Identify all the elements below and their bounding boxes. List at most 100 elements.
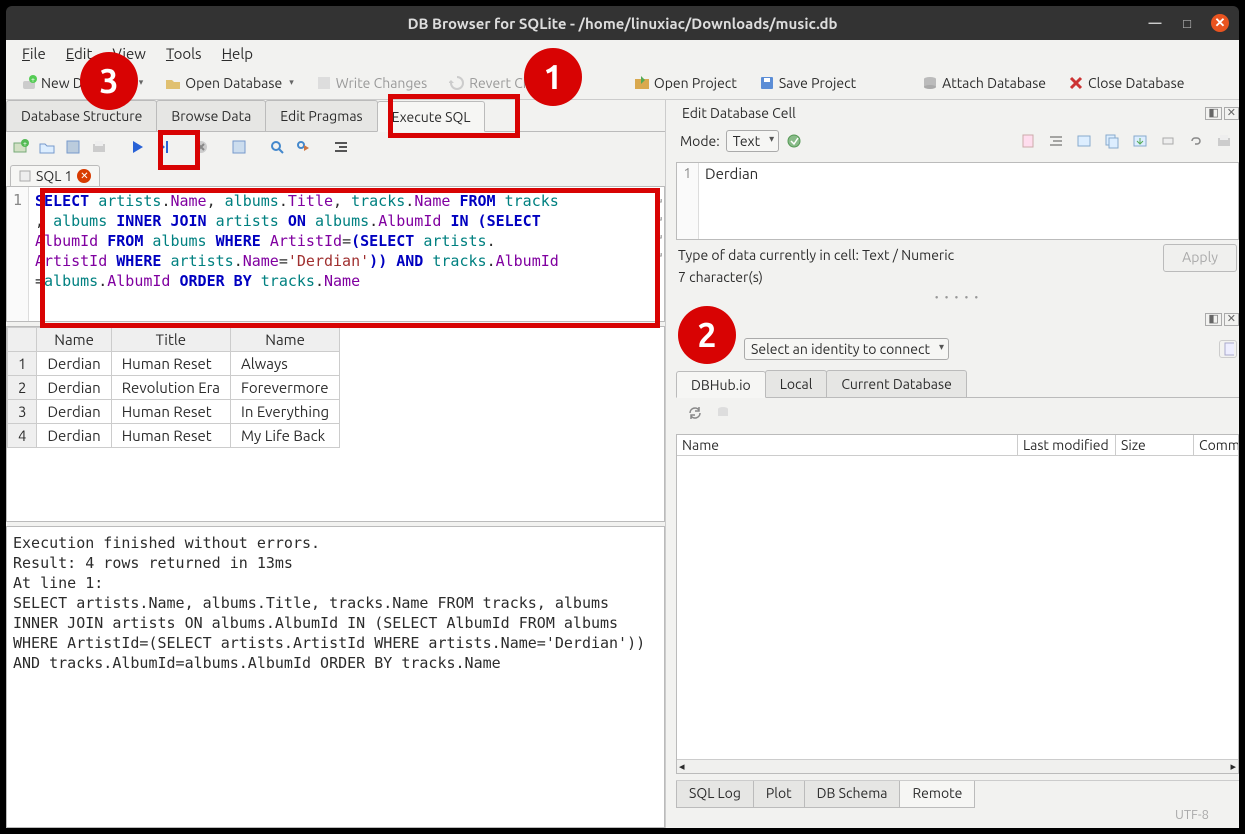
execute-all-icon[interactable] — [128, 138, 146, 156]
sql-file-icon — [19, 170, 31, 182]
remote-table[interactable]: Name Last modified Size Commit ◂▸ — [676, 434, 1239, 774]
print-sql-icon[interactable] — [90, 138, 108, 156]
close-db-label: Close Database — [1088, 75, 1184, 91]
new-db-icon: + — [21, 75, 37, 91]
menu-view[interactable]: View — [104, 43, 154, 64]
results-grid[interactable]: NameTitleName1DerdianHuman ResetAlways2D… — [6, 326, 665, 522]
cell-gutter: 1 — [677, 163, 699, 239]
find-icon[interactable] — [268, 138, 286, 156]
indent-icon[interactable] — [332, 138, 350, 156]
tab-edit-pragmas[interactable]: Edit Pragmas — [265, 100, 377, 131]
stop-icon[interactable] — [192, 138, 210, 156]
open-database-button[interactable]: Open Database ▾ — [156, 71, 302, 95]
remote-dock-buttons[interactable]: ◧✕ — [1205, 313, 1239, 326]
sql-tab-1[interactable]: SQL 1 ✕ — [10, 165, 100, 186]
sql-tab-label: SQL 1 — [36, 168, 72, 184]
indent-cell-icon[interactable] — [1047, 132, 1065, 150]
edit-cell-header: Edit Database Cell ◧✕ — [676, 100, 1239, 126]
new-sql-tab-icon[interactable]: + — [12, 138, 30, 156]
cell-toolbar — [1017, 130, 1235, 152]
new-db-label: New Database — [41, 75, 132, 91]
write-changes-button: Write Changes — [307, 71, 437, 95]
export-cell-icon[interactable] — [1131, 132, 1149, 150]
bottom-tab-plot[interactable]: Plot — [753, 781, 805, 808]
mode-row: Mode: Text — [676, 126, 1239, 156]
print-cell-icon[interactable] — [1215, 132, 1233, 150]
panel-separator[interactable]: • • • • • — [676, 292, 1239, 304]
attach-database-button[interactable]: Attach Database — [913, 71, 1055, 95]
tab-browse-data[interactable]: Browse Data — [156, 100, 266, 131]
remote-col-modified[interactable]: Last modified — [1018, 435, 1116, 455]
open-db-label: Open Database — [185, 75, 282, 91]
write-icon — [316, 75, 332, 91]
open-proj-icon — [634, 75, 650, 91]
find-replace-icon[interactable] — [294, 138, 312, 156]
cell-meta-row: Type of data currently in cell: Text / N… — [676, 240, 1239, 292]
revert-label: Revert Changes — [469, 75, 568, 91]
tab-execute-sql[interactable]: Execute SQL — [377, 101, 486, 132]
upload-icon[interactable] — [714, 404, 732, 422]
cell-meta-text: Type of data currently in cell: Text / N… — [678, 244, 1155, 288]
doc-icon[interactable] — [1019, 132, 1037, 150]
remote-col-size[interactable]: Size — [1116, 435, 1194, 455]
menu-help[interactable]: Help — [214, 43, 261, 64]
remote-col-commit[interactable]: Commit — [1194, 435, 1238, 455]
save-sql-icon[interactable] — [64, 138, 82, 156]
execution-log[interactable]: Execution finished without errors. Resul… — [6, 526, 665, 828]
remote-tab-local[interactable]: Local — [765, 370, 828, 397]
close-db-icon — [1068, 75, 1084, 91]
open-sql-icon[interactable] — [38, 138, 56, 156]
close-sql-tab-icon[interactable]: ✕ — [77, 169, 91, 183]
cell-value[interactable]: Derdian — [699, 163, 764, 239]
menu-edit[interactable]: Edit — [58, 43, 101, 64]
cell-view[interactable]: 1 Derdian — [676, 162, 1239, 240]
tab-database-structure[interactable]: Database Structure — [6, 100, 157, 131]
copy-cell-icon[interactable] — [1103, 132, 1121, 150]
execute-line-icon[interactable] — [154, 138, 172, 156]
results-table: NameTitleName1DerdianHuman ResetAlways2D… — [7, 327, 340, 448]
identity-settings-icon[interactable] — [1219, 340, 1237, 358]
app-body: File Edit View Tools Help + New Database… — [6, 40, 1239, 828]
mode-label: Mode: — [680, 133, 720, 149]
left-pane: 1 3 Database Structure Browse Data Edit … — [6, 100, 666, 828]
bottom-tab-sql-log[interactable]: SQL Log — [676, 781, 754, 808]
titlebar[interactable]: DB Browser for SQLite - /home/linuxiac/D… — [6, 6, 1239, 40]
window-close-button[interactable]: ✕ — [1211, 14, 1229, 32]
remote-tab-dbhub[interactable]: DBHub.io — [676, 371, 766, 398]
panel-dock-buttons[interactable]: ◧✕ — [1205, 107, 1239, 120]
remote-col-name[interactable]: Name — [677, 435, 1018, 455]
save-proj-label: Save Project — [779, 75, 856, 91]
remote-table-header: Name Last modified Size Commit — [677, 435, 1238, 456]
identity-combo[interactable]: Select an identity to connect — [744, 338, 949, 360]
link-icon[interactable] — [1187, 132, 1205, 150]
sql-editor[interactable]: 1 SELECT artists.Name, albums.Title, tra… — [6, 186, 665, 322]
save-project-button[interactable]: Save Project — [750, 71, 865, 95]
bottom-tab-remote[interactable]: Remote — [899, 781, 975, 808]
open-project-button[interactable]: Open Project — [625, 71, 746, 95]
remote-area: DBHub.io Local Current Database Name Las… — [676, 370, 1239, 774]
refresh-icon[interactable] — [686, 404, 704, 422]
maximize-button[interactable]: □ — [1179, 15, 1195, 31]
remote-header-bar: ◧✕ — [676, 306, 1239, 332]
remote-tab-current[interactable]: Current Database — [826, 370, 966, 397]
mode-combo[interactable]: Text — [726, 130, 779, 152]
menu-tools[interactable]: Tools — [158, 43, 210, 64]
bottom-tab-schema[interactable]: DB Schema — [804, 781, 901, 808]
new-database-button[interactable]: + New Database ▾ — [12, 71, 152, 95]
format-icon[interactable] — [785, 132, 803, 150]
sql-code[interactable]: SELECT artists.Name, albums.Title, track… — [29, 187, 565, 321]
import-cell-icon[interactable] — [1075, 132, 1093, 150]
write-label: Write Changes — [336, 75, 428, 91]
save-results-icon[interactable] — [230, 138, 248, 156]
null-icon[interactable] — [1159, 132, 1177, 150]
attach-label: Attach Database — [942, 75, 1046, 91]
bottom-tabs: SQL Log Plot DB Schema Remote — [676, 780, 1239, 808]
remote-scrollbar[interactable]: ◂▸ — [677, 759, 1238, 773]
revert-changes-button: Revert Changes — [440, 71, 577, 95]
menu-file[interactable]: File — [14, 43, 54, 64]
attach-icon — [922, 75, 938, 91]
minimize-button[interactable]: — — [1147, 15, 1163, 31]
open-proj-label: Open Project — [654, 75, 737, 91]
edit-cell-title: Edit Database Cell — [676, 105, 1205, 121]
close-database-button[interactable]: Close Database — [1059, 71, 1193, 95]
